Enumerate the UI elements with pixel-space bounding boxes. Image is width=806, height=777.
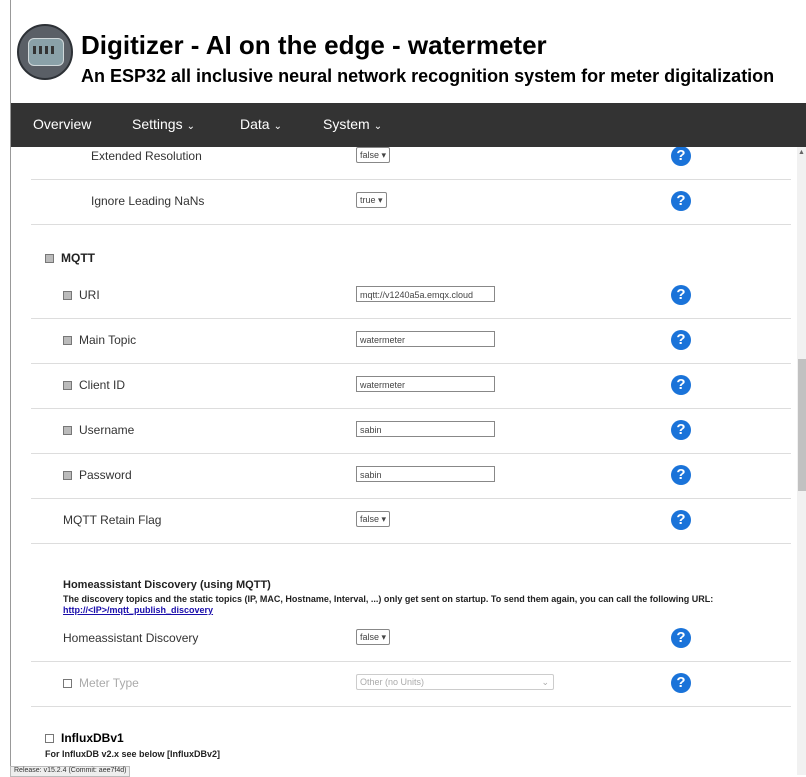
- page-title: Digitizer - AI on the edge - watermeter: [81, 30, 547, 60]
- row-label: Username: [63, 423, 134, 437]
- row-main-topic: Main Topic watermeter ?: [31, 319, 791, 364]
- ha-discovery-select[interactable]: false ▾: [356, 629, 391, 645]
- help-icon[interactable]: ?: [671, 420, 691, 440]
- password-input[interactable]: sabin: [356, 466, 495, 482]
- help-icon[interactable]: ?: [671, 285, 691, 305]
- chevron-down-icon: ⌄: [273, 121, 282, 132]
- row-label: Extended Resolution: [91, 149, 202, 163]
- row-meter-type: Meter Type Other (no Units) ⌄ ?: [31, 662, 791, 707]
- row-uri: URI mqtt://v1240a5a.emqx.cloud ?: [31, 274, 791, 319]
- row-username: Username sabin ?: [31, 409, 791, 454]
- mqtt-section-header: MQTT: [45, 251, 95, 265]
- row-ha-discovery: Homeassistant Discovery false ▾ ?: [31, 617, 791, 662]
- mqtt-section-checkbox[interactable]: [45, 254, 54, 263]
- influxdb-section-header: InfluxDBv1: [45, 731, 124, 745]
- help-icon[interactable]: ?: [671, 191, 691, 211]
- help-icon[interactable]: ?: [671, 628, 691, 648]
- main-nav: Overview Settings ⌄ Data ⌄ System ⌄: [11, 103, 806, 147]
- row-extended-resolution: Extended Resolution false ▾ ?: [31, 147, 791, 180]
- main-topic-checkbox[interactable]: [63, 336, 72, 345]
- meter-type-select[interactable]: Other (no Units) ⌄: [356, 674, 554, 690]
- scroll-thumb[interactable]: [798, 359, 806, 491]
- row-label: Meter Type: [63, 676, 139, 690]
- row-label: MQTT Retain Flag: [63, 513, 162, 527]
- retain-flag-select[interactable]: false ▾: [356, 511, 391, 527]
- influxdb-checkbox[interactable]: [45, 734, 54, 743]
- row-label: URI: [63, 288, 100, 302]
- help-icon[interactable]: ?: [671, 465, 691, 485]
- help-icon[interactable]: ?: [671, 375, 691, 395]
- uri-input[interactable]: mqtt://v1240a5a.emqx.cloud: [356, 286, 495, 302]
- row-ignore-leading-nans: Ignore Leading NaNs true ▾ ?: [31, 180, 791, 225]
- homeassistant-info: Homeassistant Discovery (using MQTT) The…: [63, 579, 793, 616]
- ignore-leading-nans-select[interactable]: true ▾: [356, 192, 387, 208]
- help-icon[interactable]: ?: [671, 147, 691, 166]
- row-label: Client ID: [63, 378, 125, 392]
- app-logo: [17, 24, 73, 80]
- help-icon[interactable]: ?: [671, 510, 691, 530]
- homeassistant-title: Homeassistant Discovery (using MQTT): [63, 579, 271, 591]
- nav-data[interactable]: Data ⌄: [240, 116, 282, 132]
- row-label: Ignore Leading NaNs: [91, 194, 205, 208]
- app-frame: Digitizer - AI on the edge - watermeter …: [10, 0, 806, 775]
- extended-resolution-select[interactable]: false ▾: [356, 147, 391, 163]
- chevron-down-icon: ⌄: [186, 121, 195, 132]
- meter-type-checkbox[interactable]: [63, 679, 72, 688]
- row-label: Homeassistant Discovery: [63, 631, 199, 645]
- password-checkbox[interactable]: [63, 471, 72, 480]
- nav-system[interactable]: System ⌄: [323, 116, 382, 132]
- influxdb-note: For InfluxDB v2.x see below [InfluxDBv2]: [45, 749, 221, 759]
- main-topic-input[interactable]: watermeter: [356, 331, 495, 347]
- help-icon[interactable]: ?: [671, 673, 691, 693]
- row-retain-flag: MQTT Retain Flag false ▾ ?: [31, 499, 791, 544]
- row-client-id: Client ID watermeter ?: [31, 364, 791, 409]
- row-label: Password: [63, 468, 132, 482]
- row-password: Password sabin ?: [31, 454, 791, 499]
- header: Digitizer - AI on the edge - watermeter …: [11, 0, 806, 103]
- settings-content: Extended Resolution false ▾ ? Ignore Lea…: [11, 147, 797, 775]
- username-input[interactable]: sabin: [356, 421, 495, 437]
- uri-checkbox[interactable]: [63, 291, 72, 300]
- chevron-down-icon: ⌄: [373, 121, 383, 132]
- release-info: Release: v15.2.4 (Commit: aee7f4d): [10, 766, 131, 777]
- discovery-link[interactable]: http://<IP>/mqtt_publish_discovery: [63, 605, 213, 615]
- row-label: Main Topic: [63, 333, 136, 347]
- nav-settings[interactable]: Settings ⌄: [132, 116, 195, 132]
- homeassistant-description: The discovery topics and the static topi…: [63, 594, 714, 604]
- nav-overview[interactable]: Overview: [33, 116, 91, 132]
- client-id-checkbox[interactable]: [63, 381, 72, 390]
- client-id-input[interactable]: watermeter: [356, 376, 495, 392]
- scroll-up-arrow-icon[interactable]: ▲: [798, 149, 805, 156]
- content-scrollbar[interactable]: ▲: [797, 147, 806, 775]
- page-subtitle: An ESP32 all inclusive neural network re…: [81, 66, 775, 86]
- username-checkbox[interactable]: [63, 426, 72, 435]
- help-icon[interactable]: ?: [671, 330, 691, 350]
